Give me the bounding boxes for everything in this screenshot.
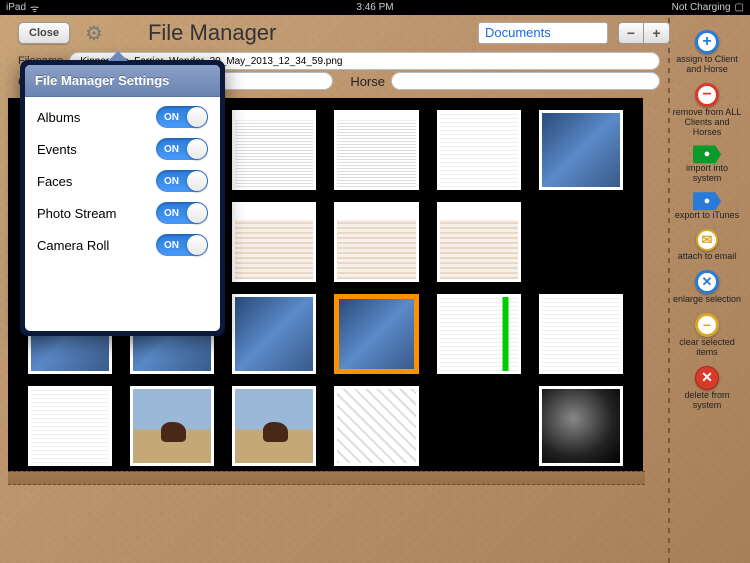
remove-label: remove from ALL Clients and Horses bbox=[671, 108, 743, 138]
thumbnail[interactable] bbox=[334, 386, 418, 466]
attach-label: attach to email bbox=[678, 252, 737, 262]
top-toolbar: Close ⚙ File Manager Documents − + bbox=[18, 18, 670, 48]
enlarge-action[interactable]: ✕ enlarge selection bbox=[673, 270, 741, 305]
setting-label: Events bbox=[37, 142, 77, 157]
leather-strip bbox=[8, 471, 645, 485]
setting-row-events: Events ON bbox=[25, 133, 220, 165]
toggle-events[interactable]: ON bbox=[156, 138, 208, 160]
export-tag-icon: ● bbox=[693, 192, 721, 210]
assign-action[interactable]: + assign to Client and Horse bbox=[671, 30, 743, 75]
battery-icon: ▢ bbox=[735, 2, 744, 13]
export-label: export to iTunes bbox=[675, 211, 739, 221]
assign-label: assign to Client and Horse bbox=[671, 55, 743, 75]
import-tag-icon: ● bbox=[693, 145, 721, 163]
empty-slot bbox=[437, 386, 521, 466]
wifi-icon: ᯤ bbox=[30, 1, 39, 15]
thumbnail[interactable] bbox=[232, 386, 316, 466]
popover-title: File Manager Settings bbox=[25, 65, 220, 97]
settings-popover: File Manager Settings Albums ON Events O… bbox=[20, 60, 225, 336]
clear-label: clear selected items bbox=[671, 338, 743, 358]
horse-input[interactable] bbox=[391, 72, 660, 90]
carrier-label: iPad bbox=[6, 2, 26, 13]
export-action[interactable]: ● export to iTunes bbox=[675, 192, 739, 221]
status-time: 3:46 PM bbox=[356, 2, 393, 13]
toggle-faces[interactable]: ON bbox=[156, 170, 208, 192]
setting-row-photostream: Photo Stream ON bbox=[25, 197, 220, 229]
thumbnail[interactable] bbox=[437, 294, 521, 374]
toggle-albums[interactable]: ON bbox=[156, 106, 208, 128]
thumbnail[interactable] bbox=[28, 386, 112, 466]
toggle-photostream[interactable]: ON bbox=[156, 202, 208, 224]
envelope-icon: ✉ bbox=[696, 229, 718, 251]
horse-label: Horse bbox=[339, 74, 385, 89]
minus-circle-icon: − bbox=[695, 83, 719, 107]
empty-slot bbox=[539, 202, 623, 282]
thumbnail[interactable] bbox=[437, 110, 521, 190]
thumbnail[interactable] bbox=[232, 294, 316, 374]
thumbnail-selected[interactable] bbox=[334, 294, 418, 374]
clear-icon: − bbox=[695, 313, 719, 337]
setting-label: Camera Roll bbox=[37, 238, 109, 253]
plus-circle-icon: + bbox=[695, 30, 719, 54]
thumbnail[interactable] bbox=[334, 110, 418, 190]
thumbnail[interactable] bbox=[130, 386, 214, 466]
thumbnail[interactable] bbox=[437, 202, 521, 282]
enlarge-icon: ✕ bbox=[695, 270, 719, 294]
thumbnail[interactable] bbox=[539, 294, 623, 374]
setting-row-faces: Faces ON bbox=[25, 165, 220, 197]
setting-label: Albums bbox=[37, 110, 80, 125]
thumbnail[interactable] bbox=[334, 202, 418, 282]
page-title: File Manager bbox=[148, 20, 276, 46]
attach-action[interactable]: ✉ attach to email bbox=[678, 229, 737, 262]
delete-action[interactable]: ✕ delete from system bbox=[671, 366, 743, 411]
zoom-out-button[interactable]: − bbox=[618, 22, 644, 44]
setting-label: Photo Stream bbox=[37, 206, 117, 221]
thumbnail[interactable] bbox=[539, 386, 623, 466]
thumbnail[interactable] bbox=[232, 110, 316, 190]
import-action[interactable]: ● import into system bbox=[671, 145, 743, 184]
settings-gear-icon[interactable]: ⚙ bbox=[80, 19, 108, 47]
setting-label: Faces bbox=[37, 174, 72, 189]
thumbnail[interactable] bbox=[232, 202, 316, 282]
status-bar: iPad ᯤ 3:46 PM Not Charging ▢ bbox=[0, 0, 750, 15]
zoom-in-button[interactable]: + bbox=[644, 22, 670, 44]
clear-action[interactable]: − clear selected items bbox=[671, 313, 743, 358]
popover-body: Albums ON Events ON Faces ON Photo Strea… bbox=[25, 97, 220, 331]
toggle-cameraroll[interactable]: ON bbox=[156, 234, 208, 256]
thumbnail[interactable] bbox=[539, 110, 623, 190]
battery-status: Not Charging bbox=[672, 2, 731, 13]
category-dropdown[interactable]: Documents bbox=[478, 22, 608, 44]
delete-label: delete from system bbox=[671, 391, 743, 411]
setting-row-albums: Albums ON bbox=[25, 101, 220, 133]
setting-row-cameraroll: Camera Roll ON bbox=[25, 229, 220, 261]
import-label: import into system bbox=[671, 164, 743, 184]
close-button[interactable]: Close bbox=[18, 22, 70, 44]
delete-icon: ✕ bbox=[695, 366, 719, 390]
action-panel: + assign to Client and Horse − remove fr… bbox=[670, 30, 744, 410]
enlarge-label: enlarge selection bbox=[673, 295, 741, 305]
remove-action[interactable]: − remove from ALL Clients and Horses bbox=[671, 83, 743, 138]
